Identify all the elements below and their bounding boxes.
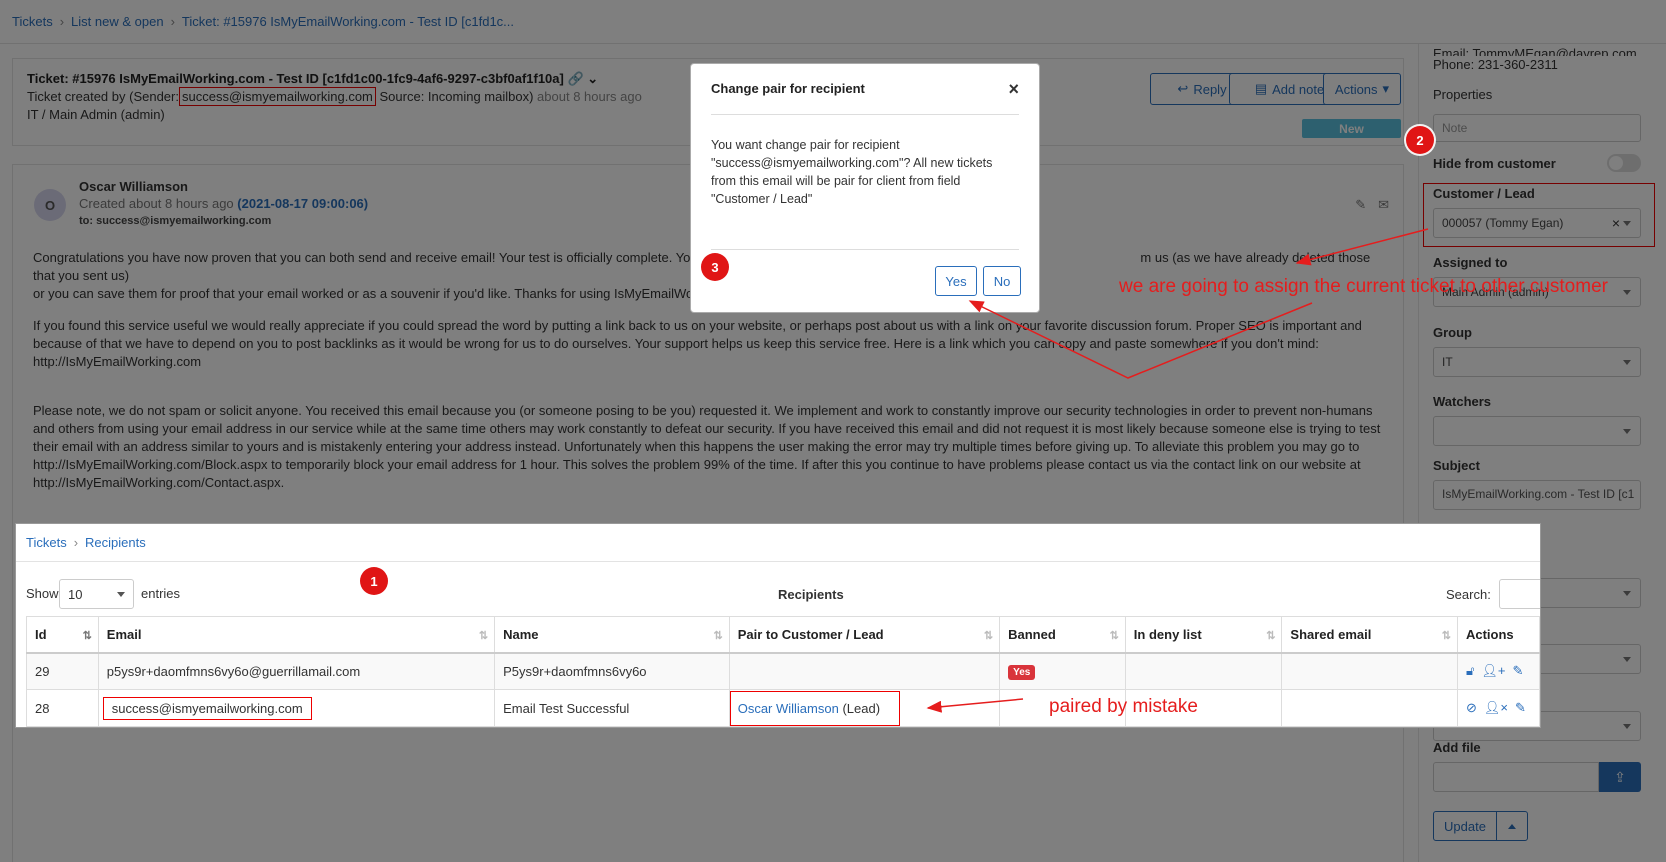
close-icon[interactable]: ×	[1008, 79, 1019, 100]
cell-shared	[1281, 652, 1458, 690]
step-marker-1: 1	[360, 567, 388, 595]
col-deny[interactable]: In deny list ⇅	[1124, 616, 1283, 654]
table-header-row: Id ⇅ Email ⇅ Name ⇅ Pair to Customer / Lead…	[26, 616, 1540, 654]
col-banned[interactable]: Banned ⇅	[999, 616, 1126, 654]
breadcrumb-tickets[interactable]: Tickets	[26, 535, 67, 550]
yes-button[interactable]: Yes	[935, 266, 977, 296]
no-button[interactable]: No	[983, 266, 1021, 296]
entries-label: entries	[141, 586, 181, 601]
add-user-icon[interactable]: 👤︎+	[1481, 663, 1505, 679]
divider	[16, 561, 1540, 562]
cell-deny	[1124, 652, 1283, 690]
sort-icon: ⇅	[1109, 630, 1119, 642]
cell-name: P5ys9r+daomfmns6vy6o	[494, 652, 730, 690]
col-name[interactable]: Name ⇅	[494, 616, 730, 654]
sort-icon: ⇅	[713, 630, 722, 642]
chevron-right-icon: ›	[73, 535, 79, 550]
col-actions: Actions	[1456, 616, 1540, 654]
recipients-panel: Tickets › Recipients Show 10 entries Recip…	[15, 523, 1541, 728]
col-shared[interactable]: Shared email ⇅	[1281, 616, 1458, 654]
annotation-mistake: paired by mistake	[1049, 696, 1198, 717]
cell-email: p5ys9r+daomfmns6vy6o@guerrillamail.com	[97, 652, 496, 690]
sort-icon: ⇅	[983, 630, 993, 642]
col-pair[interactable]: Pair to Customer / Lead ⇅	[728, 616, 1001, 654]
cell-id: 29	[26, 652, 99, 690]
sort-icon: ⇅	[1266, 630, 1275, 642]
edit-icon[interactable]: ✎	[1513, 663, 1524, 679]
divider	[711, 249, 1019, 250]
sort-icon: ⇅	[1441, 630, 1451, 642]
unlock-icon[interactable]: 🔓︎	[1466, 663, 1474, 679]
table-row: 28 success@ismyemailworking.com Email Te…	[26, 689, 1540, 727]
cell-pair	[728, 652, 1001, 690]
step-marker-2: 2	[1406, 126, 1434, 154]
col-email[interactable]: Email ⇅	[97, 616, 496, 654]
change-pair-modal: Change pair for recipient × You want cha…	[690, 63, 1040, 313]
recipients-table: Id ⇅ Email ⇅ Name ⇅ Pair to Customer / Lead…	[26, 616, 1540, 727]
highlighted-email: success@ismyemailworking.com	[102, 696, 312, 720]
annotation-assign: we are going to assign the current ticke…	[1119, 276, 1608, 297]
search-input[interactable]	[1499, 579, 1540, 609]
pair-highlight	[729, 691, 900, 726]
caret-down-icon	[117, 592, 125, 597]
sort-icon: ⇅	[478, 630, 488, 642]
modal-body: You want change pair for recipient "succ…	[711, 138, 993, 206]
recipients-breadcrumb: Tickets › Recipients	[26, 535, 146, 550]
cell-actions: 🔓︎ 👤︎+ ✎	[1456, 652, 1540, 690]
cell-shared	[1281, 689, 1458, 727]
step-marker-3: 3	[701, 253, 729, 281]
cell-name: Email Test Successful	[494, 689, 730, 727]
table-row: 29 p5ys9r+daomfmns6vy6o@guerrillamail.co…	[26, 652, 1540, 690]
breadcrumb-recipients[interactable]: Recipients	[85, 535, 146, 550]
cell-actions: ⊘ 👤︎× ✎	[1456, 689, 1540, 727]
col-id[interactable]: Id ⇅	[26, 616, 99, 654]
sort-icon: ⇅	[82, 630, 92, 642]
modal-title: Change pair for recipient	[711, 81, 865, 96]
page-size-select[interactable]: 10	[59, 579, 134, 609]
cell-email: success@ismyemailworking.com	[97, 689, 496, 727]
show-label: Show	[26, 586, 59, 601]
cell-pair: Oscar Williamson (Lead)	[728, 689, 1001, 727]
search-label: Search:	[1446, 587, 1491, 602]
remove-user-icon[interactable]: 👤︎×	[1484, 700, 1508, 716]
banned-badge: Yes	[1008, 664, 1036, 680]
cell-banned: Yes	[999, 652, 1126, 690]
table-title: Recipients	[778, 587, 844, 602]
divider	[711, 114, 1019, 115]
edit-icon[interactable]: ✎	[1515, 700, 1526, 716]
cell-id: 28	[26, 689, 99, 727]
ban-icon[interactable]: ⊘	[1466, 700, 1477, 716]
